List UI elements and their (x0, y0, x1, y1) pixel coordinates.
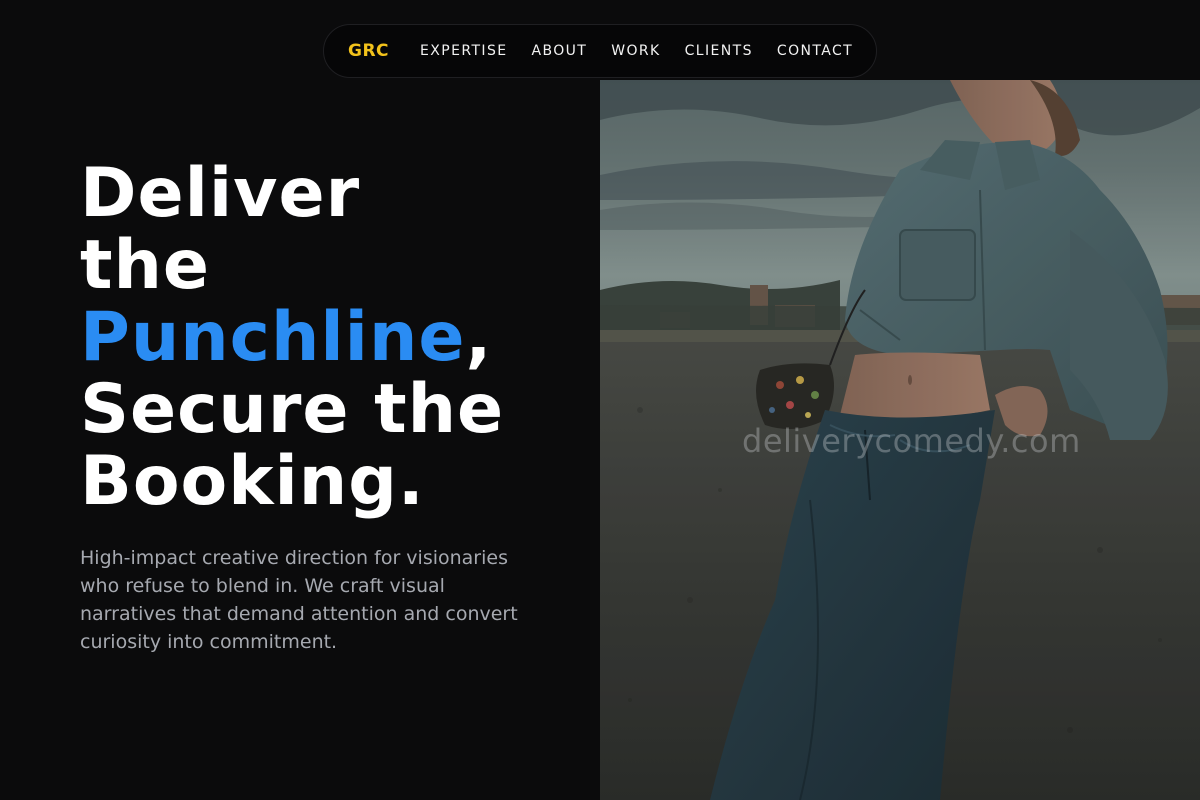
top-navigation: GRC EXPERTISE ABOUT WORK CLIENTS CONTACT (323, 24, 877, 78)
hero-text: Deliver the Punchline, Secure the Bookin… (80, 158, 580, 656)
nav-link-contact[interactable]: CONTACT (777, 43, 853, 59)
nav-links: EXPERTISE ABOUT WORK CLIENTS CONTACT (420, 43, 853, 59)
headline-accent: Punchline (80, 298, 466, 377)
headline-comma: , (465, 298, 493, 377)
headline-line-5: Booking. (80, 442, 425, 521)
nav-link-clients[interactable]: CLIENTS (685, 43, 753, 59)
nav-link-work[interactable]: WORK (611, 43, 660, 59)
nav-link-expertise[interactable]: EXPERTISE (420, 43, 507, 59)
hero-photo: deliverycomedy.com (600, 80, 1200, 800)
headline-line-1: Deliver (80, 154, 361, 233)
headline-line-4: Secure the (80, 370, 505, 449)
hero-headline: Deliver the Punchline, Secure the Bookin… (80, 158, 580, 518)
headline-line-2: the (80, 226, 211, 305)
brand-logo[interactable]: GRC (348, 41, 389, 61)
nav-link-about[interactable]: ABOUT (531, 43, 587, 59)
hero-photo-illustration (600, 80, 1200, 800)
hero-subcopy: High-impact creative direction for visio… (80, 547, 518, 653)
